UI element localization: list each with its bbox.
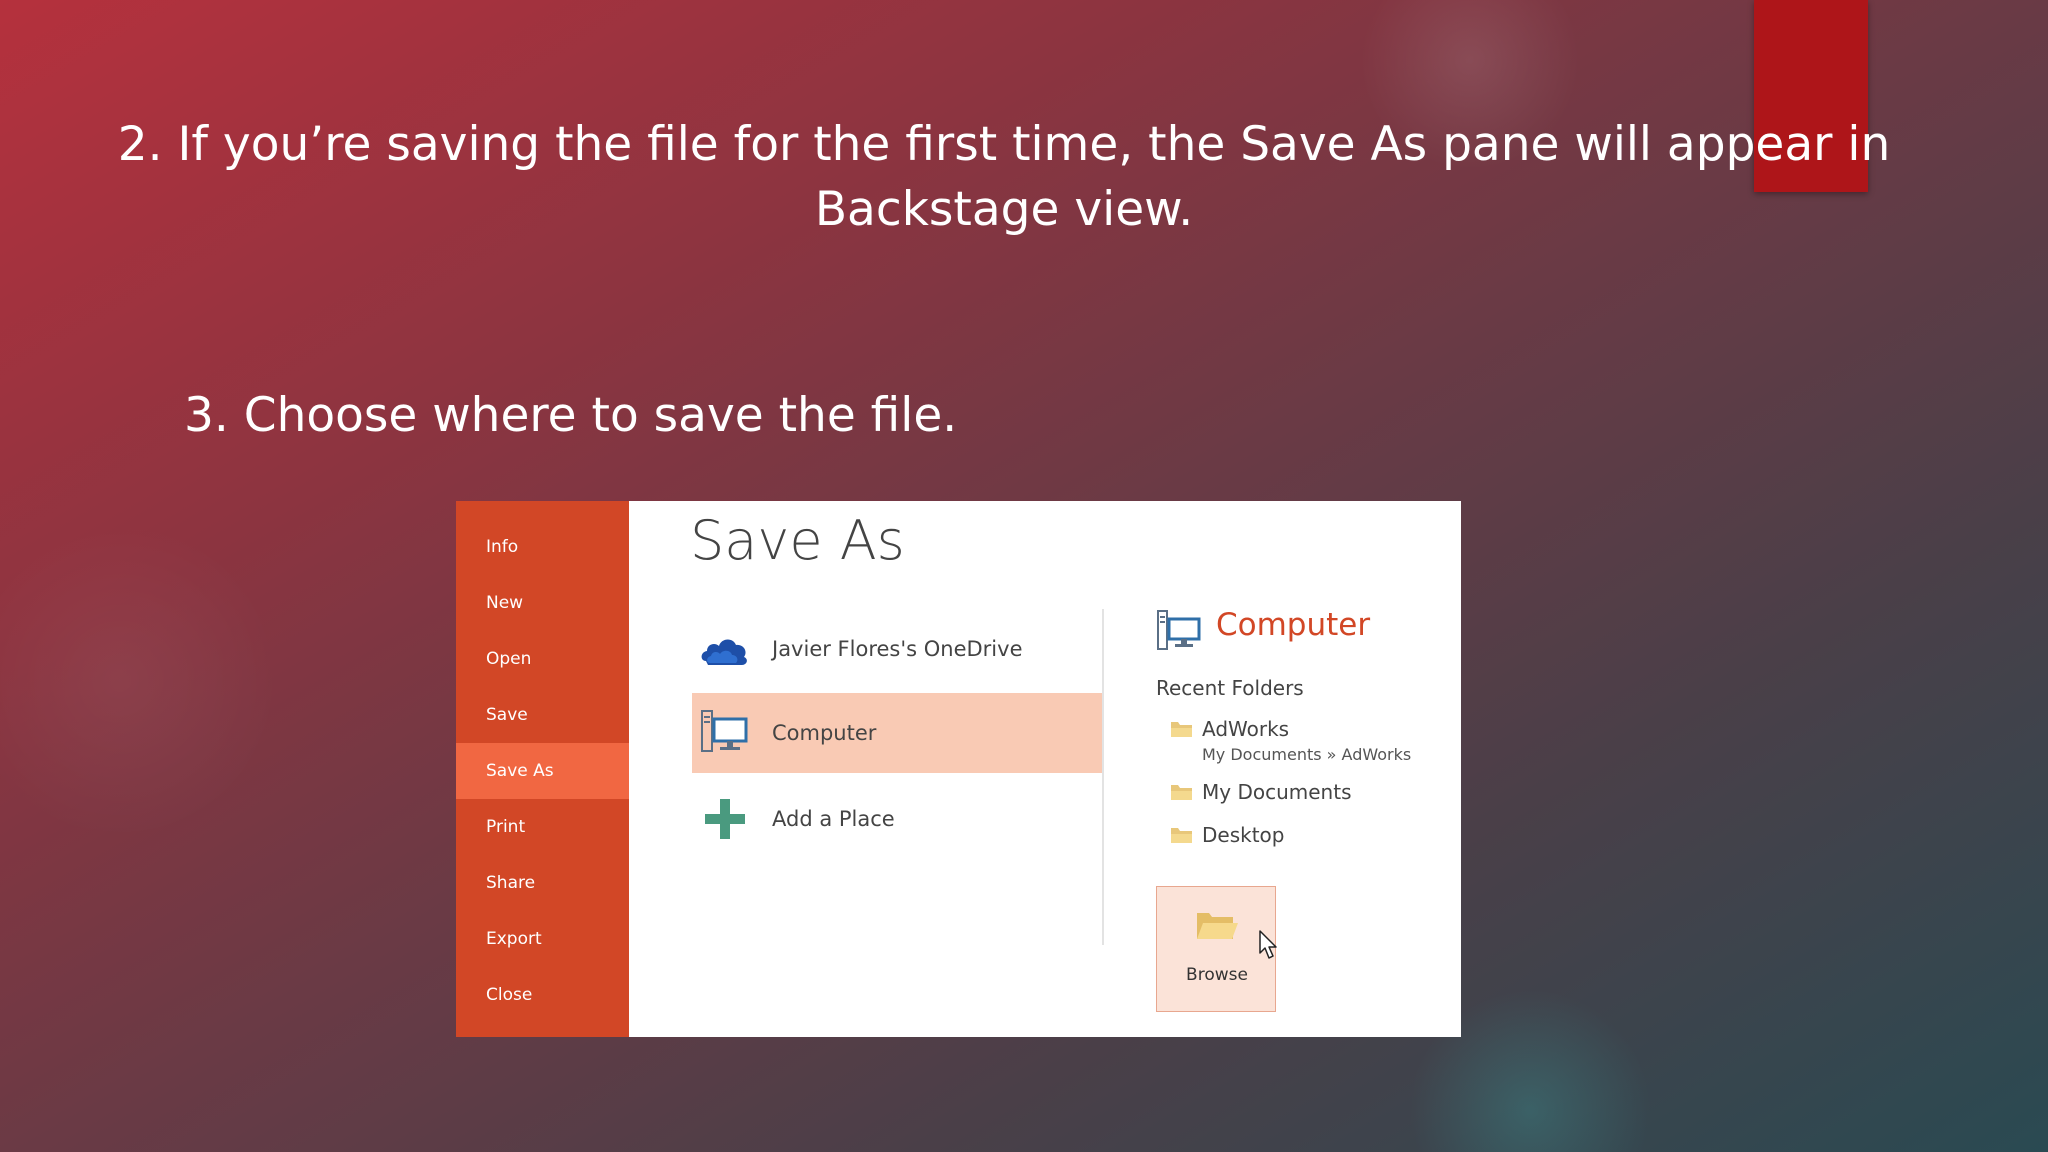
sidebar-item-close[interactable]: Close (456, 967, 629, 1023)
folder-icon (1171, 785, 1192, 800)
onedrive-cloud-icon (701, 639, 747, 665)
pane-title: Save As (690, 509, 905, 572)
place-label: Add a Place (772, 807, 895, 831)
sidebar-item-print[interactable]: Print (456, 799, 629, 855)
sidebar-item-save[interactable]: Save (456, 687, 629, 743)
sidebar-item-save-as[interactable]: Save As (456, 743, 629, 799)
sidebar-item-export[interactable]: Export (456, 911, 629, 967)
folder-icon (1171, 722, 1192, 737)
folder-name: Desktop (1202, 823, 1285, 847)
pane-divider (1102, 609, 1104, 945)
place-onedrive[interactable]: Javier Flores's OneDrive (692, 609, 1102, 689)
sidebar-item-new[interactable]: New (456, 575, 629, 631)
sidebar-item-info[interactable]: Info (456, 519, 629, 575)
open-folder-icon (1197, 913, 1238, 939)
computer-panel-title: Computer (1216, 607, 1371, 643)
folder-path: My Documents » AdWorks (1202, 745, 1412, 764)
recent-folders-label: Recent Folders (1156, 676, 1304, 700)
place-label: Computer (772, 721, 877, 745)
mouse-cursor-icon (1259, 930, 1277, 959)
folder-name: My Documents (1202, 780, 1352, 804)
folder-icon (1171, 828, 1192, 843)
place-add-a-place[interactable]: Add a Place (692, 779, 1102, 859)
computer-icon (1157, 610, 1201, 650)
place-label: Javier Flores's OneDrive (772, 637, 1023, 661)
browse-label: Browse (1186, 965, 1248, 985)
step-3-text: 3. Choose where to save the file. (184, 388, 958, 443)
computer-icon (701, 710, 748, 752)
place-computer[interactable]: Computer (692, 693, 1102, 773)
plus-icon (705, 799, 745, 839)
folder-name: AdWorks (1202, 717, 1290, 741)
sidebar-item-open[interactable]: Open (456, 631, 629, 687)
sidebar-item-share[interactable]: Share (456, 855, 629, 911)
step-2-text: 2. If you’re saving the file for the fir… (117, 117, 1891, 237)
backstage-sidebar: Info New Open Save Save As Print Share E… (456, 501, 629, 1037)
save-as-screenshot: Info New Open Save Save As Print Share E… (456, 501, 1461, 1037)
